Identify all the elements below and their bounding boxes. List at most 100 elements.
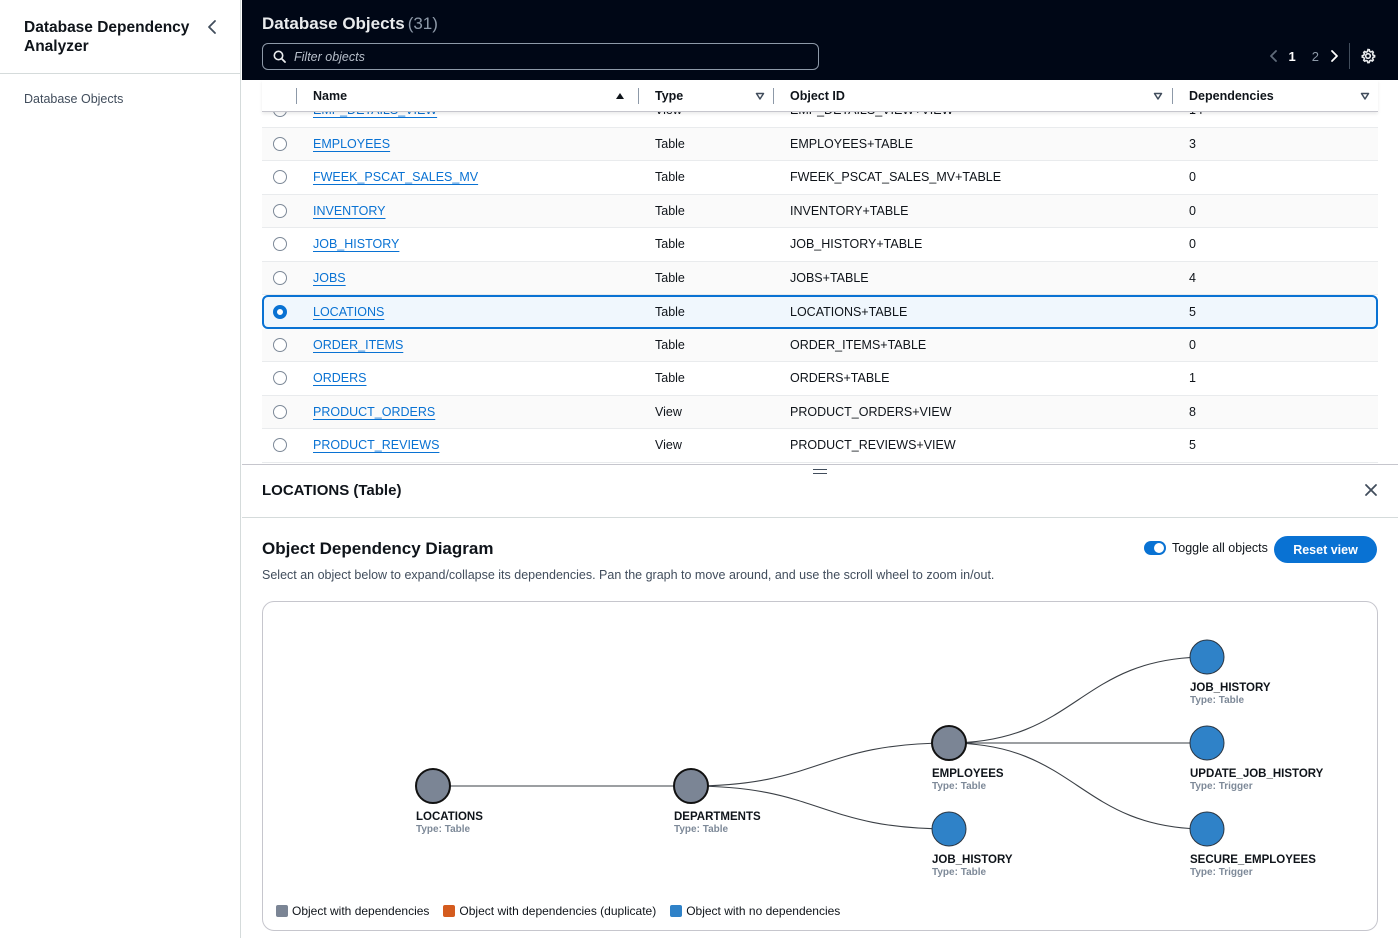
column-header-type[interactable]: Type <box>655 80 773 112</box>
graph-node[interactable]: LOCATIONSType: Table <box>415 768 483 835</box>
table-row[interactable]: PRODUCT_REVIEWS View PRODUCT_REVIEWS+VIEW 5 <box>262 429 1378 463</box>
table-row[interactable]: ORDER_ITEMS Table ORDER_ITEMS+TABLE 0 <box>262 328 1378 362</box>
object-id-cell: ORDER_ITEMS+TABLE <box>790 329 926 362</box>
column-header-name[interactable]: Name <box>313 80 633 112</box>
row-select-radio[interactable] <box>273 270 287 285</box>
dependencies-cell: 0 <box>1189 228 1196 261</box>
graph-node[interactable]: JOB_HISTORYType: Table <box>931 811 1013 878</box>
row-select-radio[interactable] <box>273 203 287 218</box>
object-id: ORDER_ITEMS+TABLE <box>790 337 927 352</box>
toggle-all-objects-label: Toggle all objects <box>1172 541 1268 555</box>
sort-icon[interactable] <box>755 91 765 101</box>
row-select-radio[interactable] <box>273 237 287 252</box>
node-circle[interactable] <box>931 725 967 761</box>
row-select-radio[interactable] <box>273 170 287 185</box>
name-cell: LOCATIONS <box>313 297 384 327</box>
node-type: Type: Trigger <box>1190 867 1253 878</box>
column-header-object-id[interactable]: Object ID <box>790 80 1171 112</box>
column-divider <box>638 88 639 104</box>
graph-node[interactable]: SECURE_EMPLOYEESType: Trigger <box>1189 811 1316 878</box>
row-radio-cell <box>273 195 287 228</box>
type-cell: Table <box>655 329 685 362</box>
legend-item: Object with dependencies (duplicate) <box>443 904 656 918</box>
node-circle[interactable] <box>1189 639 1225 675</box>
diagram-description: Select an object below to expand/collaps… <box>262 568 995 582</box>
dependency-edge <box>948 656 1208 744</box>
dependencies-cell: 1 <box>1189 362 1196 395</box>
node-circle[interactable] <box>931 811 967 847</box>
column-header-dependencies[interactable]: Dependencies <box>1189 80 1378 112</box>
node-circle[interactable] <box>673 768 709 804</box>
type-cell: Table <box>655 262 685 295</box>
settings-gear-icon[interactable] <box>1360 48 1376 64</box>
table-row[interactable]: JOB_HISTORY Table JOB_HISTORY+TABLE 0 <box>262 228 1378 262</box>
previous-page-icon[interactable] <box>1267 48 1281 64</box>
node-circle[interactable] <box>1189 811 1225 847</box>
row-select-radio[interactable] <box>273 371 287 386</box>
page-2-button[interactable]: 2 <box>1312 49 1319 64</box>
close-details-button[interactable] <box>1364 483 1378 497</box>
table-row[interactable]: INVENTORY Table INVENTORY+TABLE 0 <box>262 194 1378 228</box>
sidebar-item-database-objects[interactable]: Database Objects <box>24 92 216 106</box>
dependency-count: 0 <box>1189 237 1196 252</box>
filter-input[interactable] <box>294 49 794 64</box>
dependency-diagram[interactable]: LOCATIONS Type: Table DEPARTMENTS Type: Tab… <box>262 601 1378 931</box>
table-row[interactable]: ORDERS Table ORDERS+TABLE 1 <box>262 362 1378 396</box>
reset-view-button[interactable]: Reset view <box>1274 536 1377 563</box>
node-circle[interactable] <box>1189 725 1225 761</box>
dependency-graph[interactable]: LOCATIONSType: Table DEPARTMENTSType: Tab… <box>263 602 1378 902</box>
type-cell: Table <box>655 128 685 161</box>
row-radio-cell <box>273 262 287 295</box>
sort-ascending-icon[interactable] <box>615 91 625 101</box>
page-header: Database Objects(31) 1 2 <box>242 0 1398 80</box>
graph-node[interactable]: UPDATE_JOB_HISTORYType: Trigger <box>1189 725 1324 792</box>
graph-node[interactable]: DEPARTMENTSType: Table <box>673 768 761 835</box>
table-row[interactable]: PRODUCT_ORDERS View PRODUCT_ORDERS+VIEW 8 <box>262 395 1378 429</box>
dependencies-cell: 5 <box>1189 429 1196 462</box>
object-type: Table <box>655 270 685 285</box>
table-row[interactable]: FWEEK_PSCAT_SALES_MV Table FWEEK_PSCAT_SAL… <box>262 161 1378 195</box>
name-cell: JOBS <box>313 262 346 295</box>
sort-icon[interactable] <box>1153 91 1163 101</box>
object-name-link[interactable]: JOBS <box>313 271 346 285</box>
sort-icon[interactable] <box>1360 91 1370 101</box>
resize-handle-icon[interactable] <box>813 466 827 476</box>
object-name-link[interactable]: PRODUCT_ORDERS <box>313 405 435 419</box>
table-row[interactable]: LOCATIONS Table LOCATIONS+TABLE 5 <box>262 295 1378 329</box>
object-type: View <box>655 438 682 453</box>
search-icon <box>273 50 286 63</box>
table-row[interactable]: EMPLOYEES Table EMPLOYEES+TABLE 3 <box>262 127 1378 161</box>
object-name-link[interactable]: INVENTORY <box>313 204 385 218</box>
legend-swatch <box>670 905 683 917</box>
row-select-radio[interactable] <box>273 136 287 151</box>
toggle-switch[interactable] <box>1144 541 1166 555</box>
collapse-sidebar-button[interactable] <box>204 18 220 36</box>
sidebar-nav: Database Objects <box>0 74 240 124</box>
column-divider <box>1172 88 1173 104</box>
node-circle[interactable] <box>415 768 451 804</box>
name-cell: JOB_HISTORY <box>313 228 399 261</box>
row-select-radio[interactable] <box>273 404 287 419</box>
object-name-link[interactable]: FWEEK_PSCAT_SALES_MV <box>313 170 478 184</box>
object-name-link[interactable]: ORDER_ITEMS <box>313 338 403 352</box>
name-cell: EMPLOYEES <box>313 128 390 161</box>
page-1-button[interactable]: 1 <box>1289 49 1296 64</box>
row-select-radio[interactable] <box>273 337 287 352</box>
object-name-link[interactable]: EMPLOYEES <box>313 137 390 151</box>
object-name-link[interactable]: LOCATIONS <box>313 305 384 319</box>
graph-node[interactable]: JOB_HISTORYType: Table <box>1189 639 1271 706</box>
graph-node[interactable]: EMPLOYEESType: Table <box>931 725 1004 792</box>
object-name-link[interactable]: JOB_HISTORY <box>313 237 399 251</box>
diagram-legend: Object with dependencies Object with depe… <box>276 904 854 918</box>
legend-label: Object with dependencies <box>292 904 430 918</box>
filter-field[interactable] <box>262 43 819 70</box>
row-select-radio[interactable] <box>273 438 287 453</box>
table-row[interactable]: JOBS Table JOBS+TABLE 4 <box>262 261 1378 295</box>
toggle-all-objects[interactable]: Toggle all objects <box>1144 541 1268 555</box>
node-label: JOB_HISTORY <box>932 854 1013 866</box>
object-name-link[interactable]: PRODUCT_REVIEWS <box>313 438 439 452</box>
row-select-radio[interactable] <box>273 304 287 319</box>
legend-swatch <box>276 905 288 917</box>
object-name-link[interactable]: ORDERS <box>313 371 366 385</box>
next-page-icon[interactable] <box>1327 48 1341 64</box>
